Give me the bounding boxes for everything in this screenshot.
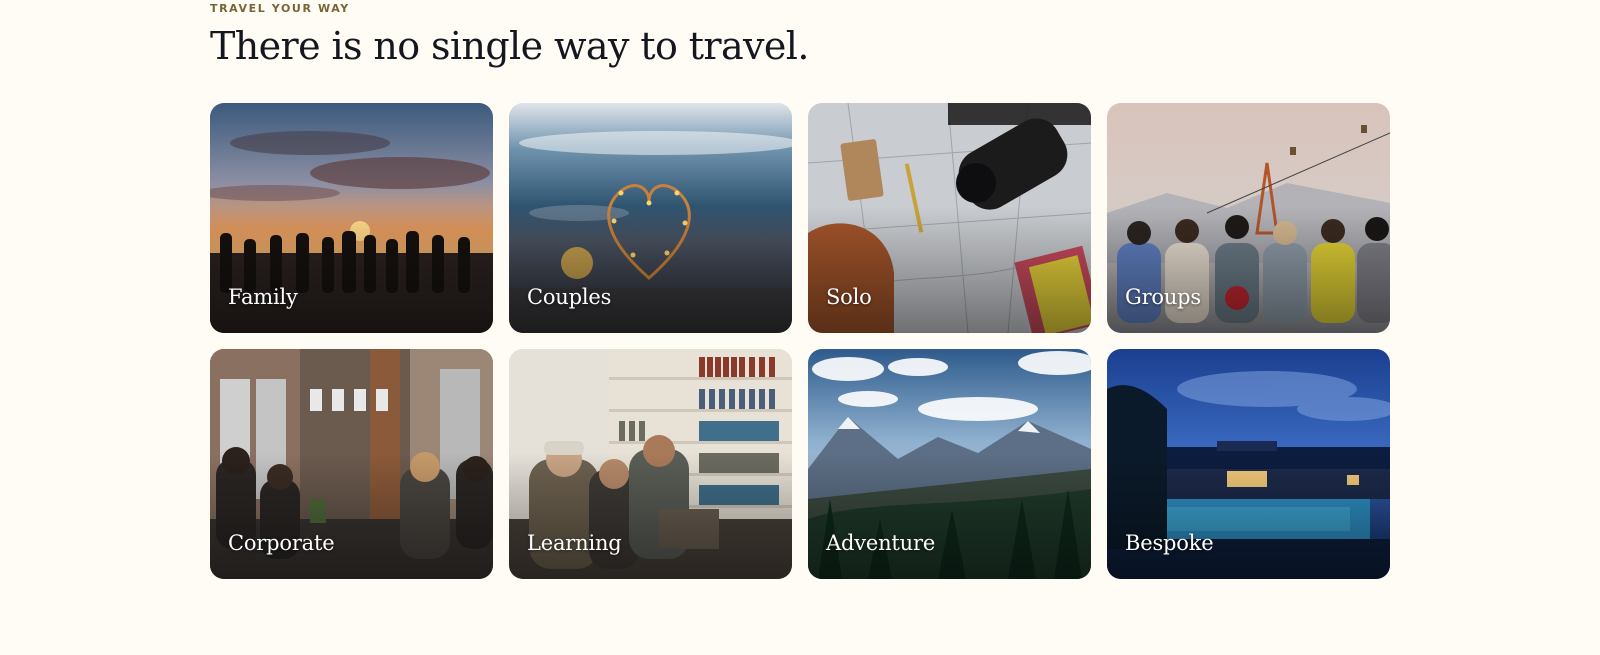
card-label: Corporate (228, 531, 335, 555)
card-label: Family (228, 285, 298, 309)
card-label: Bespoke (1125, 531, 1214, 555)
card-family[interactable]: Family (210, 103, 493, 333)
card-bespoke[interactable]: Bespoke (1107, 349, 1390, 579)
card-corporate[interactable]: Corporate (210, 349, 493, 579)
card-adventure[interactable]: Adventure (808, 349, 1091, 579)
card-couples[interactable]: Couples (509, 103, 792, 333)
card-label: Couples (527, 285, 612, 309)
card-solo[interactable]: Solo (808, 103, 1091, 333)
card-label: Solo (826, 285, 872, 309)
card-label: Groups (1125, 285, 1202, 309)
card-label: Adventure (826, 531, 936, 555)
card-label: Learning (527, 531, 622, 555)
card-learning[interactable]: Learning (509, 349, 792, 579)
section-eyebrow: TRAVEL YOUR WAY (210, 2, 350, 15)
card-groups[interactable]: Groups (1107, 103, 1390, 333)
travel-style-grid: Family Couples Solo Groups Corporate Lea… (210, 103, 1390, 579)
section-title: There is no single way to travel. (210, 24, 809, 68)
